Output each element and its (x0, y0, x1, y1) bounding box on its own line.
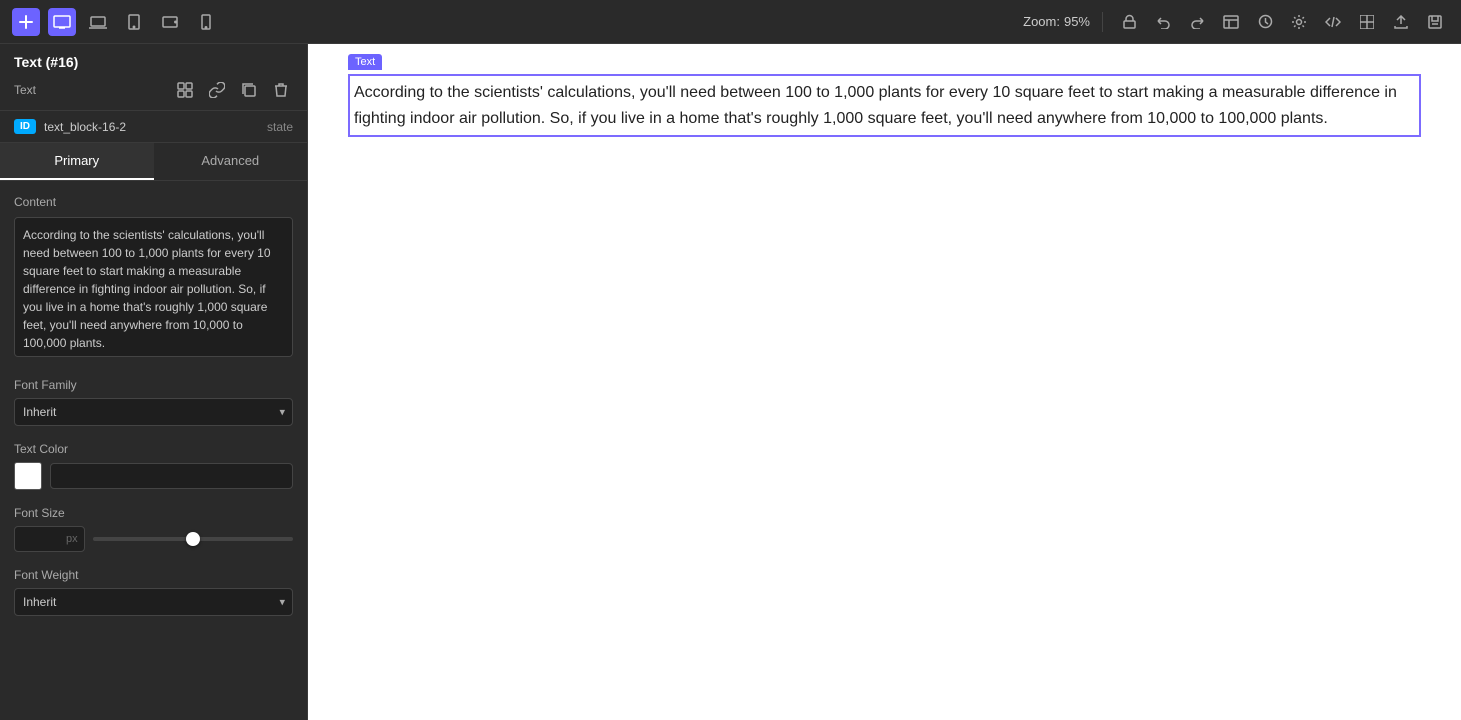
font-weight-select-wrapper: Inherit 100 400 (Normal) 700 (Bold) (14, 588, 293, 616)
top-toolbar: Zoom: 95% (0, 0, 1461, 44)
font-size-slider[interactable] (93, 537, 293, 541)
font-family-label: Font Family (14, 378, 293, 392)
px-unit-label: px (60, 533, 84, 545)
font-family-select[interactable]: Inherit Arial Georgia Helvetica Times Ne… (14, 398, 293, 426)
save-icon[interactable] (1421, 8, 1449, 36)
canvas-area[interactable]: Text According to the scientists' calcul… (308, 44, 1461, 720)
color-value-input[interactable] (50, 463, 293, 489)
element-actions: Text (14, 78, 293, 102)
tab-primary[interactable]: Primary (0, 143, 154, 180)
element-title: Text (#16) (14, 54, 293, 70)
color-swatch[interactable] (14, 462, 42, 490)
id-row: ID text_block-16-2 state (0, 111, 307, 143)
text-color-label: Text Color (14, 442, 293, 456)
font-weight-select[interactable]: Inherit 100 400 (Normal) 700 (Bold) (14, 588, 293, 616)
font-size-slider-thumb[interactable] (186, 532, 200, 546)
mobile-view-button[interactable] (192, 8, 220, 36)
zoom-value: 95% (1064, 14, 1090, 29)
add-button[interactable] (12, 8, 40, 36)
delete-action-icon[interactable] (269, 78, 293, 102)
export-icon[interactable] (1387, 8, 1415, 36)
state-label: state (267, 120, 293, 134)
group-action-icon[interactable] (173, 78, 197, 102)
id-badge: ID (14, 119, 36, 134)
content-textarea[interactable]: According to the scientists' calculation… (14, 217, 293, 357)
history-icon[interactable] (1251, 8, 1279, 36)
id-value: text_block-16-2 (44, 120, 259, 134)
content-section-label: Content (14, 195, 293, 209)
tab-advanced[interactable]: Advanced (154, 143, 308, 180)
duplicate-action-icon[interactable] (237, 78, 261, 102)
grid-icon[interactable] (1353, 8, 1381, 36)
selected-text-block[interactable]: Text According to the scientists' calcul… (348, 74, 1421, 137)
color-row (14, 462, 293, 490)
zoom-indicator: Zoom: 95% (1023, 14, 1090, 29)
layout-icon[interactable] (1217, 8, 1245, 36)
main-layout: Text (#16) Text ID text_block-16-2 (0, 44, 1461, 720)
font-family-select-wrapper: Inherit Arial Georgia Helvetica Times Ne… (14, 398, 293, 426)
element-label: Text (14, 83, 165, 97)
tablet-view-button[interactable] (120, 8, 148, 36)
text-label-badge: Text (348, 54, 382, 70)
font-size-input[interactable] (15, 527, 60, 551)
code-icon[interactable] (1319, 8, 1347, 36)
redo-icon[interactable] (1183, 8, 1211, 36)
toolbar-right-icons (1115, 8, 1449, 36)
zoom-label: Zoom: (1023, 14, 1060, 29)
element-header: Text (#16) Text (0, 44, 307, 111)
undo-icon[interactable] (1149, 8, 1177, 36)
canvas-page: Text According to the scientists' calcul… (308, 44, 1461, 720)
panel-content: Content According to the scientists' cal… (0, 181, 307, 720)
settings-icon[interactable] (1285, 8, 1313, 36)
canvas-text-content: According to the scientists' calculation… (354, 80, 1415, 131)
toolbar-divider (1102, 12, 1103, 32)
font-weight-label: Font Weight (14, 568, 293, 582)
link-action-icon[interactable] (205, 78, 229, 102)
font-size-row: px (14, 526, 293, 552)
lock-icon[interactable] (1115, 8, 1143, 36)
font-size-label: Font Size (14, 506, 293, 520)
panel-tabs: Primary Advanced (0, 143, 307, 181)
left-panel: Text (#16) Text ID text_block-16-2 (0, 44, 308, 720)
desktop-view-button[interactable] (48, 8, 76, 36)
mobile-landscape-view-button[interactable] (156, 8, 184, 36)
laptop-view-button[interactable] (84, 8, 112, 36)
font-size-input-wrapper: px (14, 526, 85, 552)
